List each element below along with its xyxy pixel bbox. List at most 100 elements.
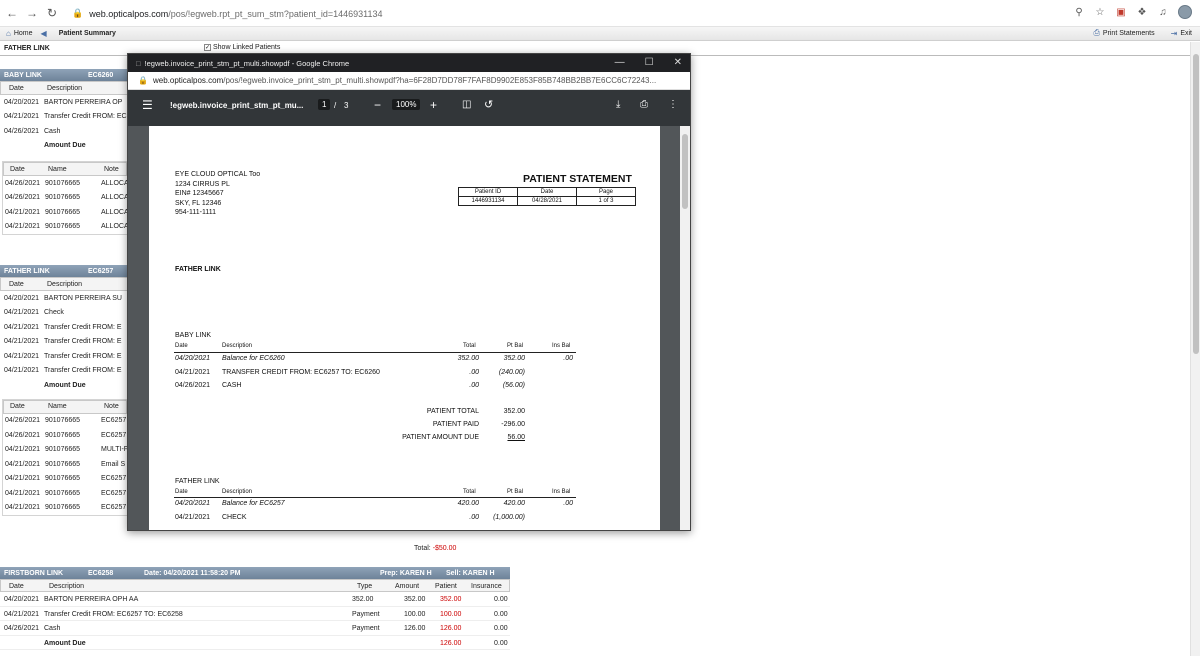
father-link-title: FATHER LINK <box>4 267 50 275</box>
forward-arrow-icon[interactable]: → <box>24 5 40 21</box>
printer-icon: ⎙ <box>1093 28 1100 37</box>
page-number-input[interactable]: 1 <box>318 99 331 110</box>
media-icon[interactable]: ♫ <box>1157 6 1169 18</box>
col-name: Name <box>48 403 67 410</box>
table-row: 04/21/2021 Transfer Credit FROM: EC6257 … <box>0 607 510 621</box>
company-ein: EIN# 12345667 <box>175 190 224 197</box>
table-row: 04/20/2021 BARTON PERREIRA OPH AA 352.00… <box>0 592 510 607</box>
print-statements-button[interactable]: ⎙ Print Statements <box>1093 28 1154 38</box>
patient-total-value: 352.00 <box>503 408 525 415</box>
th-ins-bal: Ins Bal <box>552 343 571 349</box>
statement-heading: PATIENT STATEMENT <box>523 173 632 185</box>
father-link-header: FATHER LINK EC6257 <box>0 265 130 277</box>
row-patient: 100.00 <box>440 610 462 618</box>
rotate-icon[interactable]: ↺ <box>484 98 493 111</box>
address-bar[interactable]: 🔒 web.opticalpos.com/pos/!egweb.rpt_pt_s… <box>66 4 1076 23</box>
popup-url-domain: web.opticalpos.com <box>152 76 224 85</box>
row-ins-bal: .00 <box>563 355 573 362</box>
row-name: 901076665 <box>45 431 81 439</box>
pdf-viewer-toolbar: ☰ !egweb.invoice_print_stm_pt_mu... 1 / … <box>128 90 690 126</box>
pdf-scrollbar-thumb[interactable] <box>682 134 688 209</box>
download-icon[interactable]: ⤓ <box>616 99 620 110</box>
row-desc: BARTON PERREIRA OPH AA <box>44 596 139 603</box>
row-note: EC6257 <box>101 475 127 483</box>
row-note: MULTI-F <box>101 446 129 454</box>
table-row: 04/26/2021 901076665 ALLOCA <box>3 176 129 191</box>
patient-summary-button[interactable]: Patient Summary <box>59 30 116 37</box>
zoom-in-icon[interactable]: + <box>430 98 437 112</box>
row-date: 04/21/2021 <box>5 489 41 497</box>
row-date: 04/26/2021 <box>5 431 41 439</box>
zoom-out-icon[interactable]: − <box>374 98 381 112</box>
url-path: /pos/!egweb.rpt_pt_sum_stm?patient_id=14… <box>168 8 383 19</box>
more-options-icon[interactable]: ⋮ <box>668 99 678 110</box>
date-value: 04/28/2021 <box>517 196 577 206</box>
table-row: 04/21/2021 Transfer Credit FROM: E <box>0 349 130 364</box>
firstborn-sell: Sell: KAREN H <box>446 569 495 577</box>
row-desc: Transfer Credit FROM: E <box>44 367 122 375</box>
reload-icon[interactable]: ↻ <box>44 5 60 21</box>
baby-link-title: BABY LINK <box>4 71 42 79</box>
back-button[interactable]: ◀ <box>41 29 47 38</box>
popup-url-path: /pos/!egweb.invoice_print_stm_pt_multi.s… <box>223 76 657 85</box>
firstborn-prep: Prep: KAREN H <box>380 569 432 577</box>
exit-button[interactable]: ⇥ Exit <box>1171 29 1192 38</box>
row-name: 901076665 <box>45 475 81 483</box>
col-patient: Patient <box>435 583 457 590</box>
zoom-level-input[interactable]: 100% <box>392 99 421 110</box>
col-date: Date <box>9 583 24 590</box>
back-arrow-icon[interactable]: ← <box>4 5 20 21</box>
row-name: 901076665 <box>45 179 81 187</box>
baby-link-heading: BABY LINK <box>175 332 212 339</box>
page-scrollbar[interactable] <box>1190 42 1200 656</box>
row-pt-bal: (56.00) <box>502 382 525 389</box>
pdf-viewport[interactable]: EYE CLOUD OPTICAL Too 1234 CIRRUS PL EIN… <box>128 126 690 530</box>
profile-avatar[interactable] <box>1178 5 1192 19</box>
col-description: Description <box>47 84 83 92</box>
th-total: Total <box>463 489 476 495</box>
col-date: Date <box>10 403 25 410</box>
pdf-scrollbar[interactable] <box>680 126 690 530</box>
row-desc: Balance for EC6260 <box>222 355 285 362</box>
bookmark-star-icon[interactable]: ☆ <box>1094 6 1106 18</box>
patient-id-table: Patient ID Date Page 1446931134 04/28/20… <box>458 187 636 206</box>
firstborn-col-header: Date Description Type Amount Patient Ins… <box>0 579 510 592</box>
table-row: 04/21/2021 901076665 MULTI-F <box>3 443 129 458</box>
firstborn-title: FIRSTBORN LINK <box>4 569 64 577</box>
row-date: 04/21/2021 <box>175 369 211 376</box>
row-date: 04/20/2021 <box>175 355 211 362</box>
maximize-icon[interactable]: ☐ <box>645 57 654 68</box>
due-insurance: 0.00 <box>494 639 508 647</box>
extensions-puzzle-icon[interactable]: ❖ <box>1136 6 1148 18</box>
table-row: 04/21/2021 Transfer Credit FROM: E <box>0 335 130 350</box>
fit-page-icon[interactable]: ◫ <box>462 99 471 110</box>
extension-shield-icon[interactable]: ▣ <box>1115 6 1127 18</box>
father-link-code: EC6257 <box>88 267 114 275</box>
company-phone: 954-111-1111 <box>175 209 216 216</box>
patient-paid-label: PATIENT PAID <box>432 421 479 428</box>
print-icon[interactable]: ⎙ <box>640 99 648 110</box>
th-description: Description <box>222 489 253 495</box>
close-icon[interactable]: ✕ <box>674 57 682 68</box>
show-linked-patients-checkbox[interactable]: ✓ Show Linked Patients <box>204 44 280 51</box>
table-row: 04/21/2021 901076665 Email S <box>3 457 127 472</box>
zoom-icon[interactable]: ⚲ <box>1073 6 1085 18</box>
father-payments-col-header: Date Name Note <box>3 399 127 414</box>
table-row: 04/20/2021 BARTON PERREIRA OP <box>0 95 130 110</box>
th-date: Date <box>175 343 188 349</box>
row-pt-bal: 352.00 <box>503 355 525 362</box>
firstborn-link-section: FIRSTBORN LINK EC6258 Date: 04/20/2021 1… <box>0 567 510 650</box>
total-label: Total: <box>414 545 431 552</box>
row-note: EC6257 <box>101 417 127 425</box>
menu-icon[interactable]: ☰ <box>142 98 153 112</box>
patient-paid-value: -296.00 <box>501 421 525 428</box>
popup-address-bar[interactable]: 🔒 web.opticalpos.com/pos/!egweb.invoice_… <box>128 72 690 90</box>
row-desc: Transfer Credit FROM: E <box>44 338 122 346</box>
row-desc: TRANSFER CREDIT FROM: EC6257 TO: EC6260 <box>222 369 380 376</box>
home-button[interactable]: ⌂ Home <box>6 29 33 38</box>
col-date: Date <box>10 165 25 173</box>
row-note: ALLOCA <box>101 208 129 216</box>
table-row: 04/26/2021 901076665 EC6257 <box>3 428 127 443</box>
scrollbar-thumb[interactable] <box>1193 54 1199 354</box>
minimize-icon[interactable]: — <box>615 57 625 68</box>
